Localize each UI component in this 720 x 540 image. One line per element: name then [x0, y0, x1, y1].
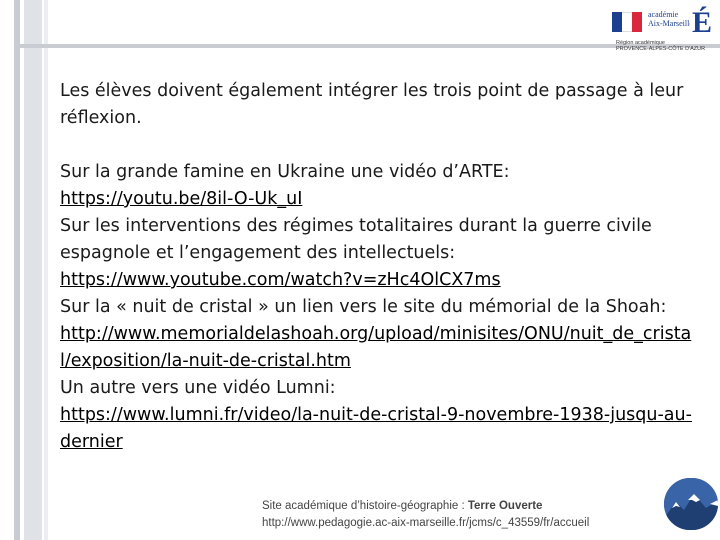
academie-name: académie Aix-Marseille — [648, 10, 693, 28]
memorial-link[interactable]: http://www.memorialdelashoah.org/upload/… — [60, 324, 691, 371]
item-text: Un autre vers une vidéo Lumni: — [60, 378, 336, 398]
region-academique: Région académique PROVENCE-ALPES-CÔTE D'… — [616, 40, 716, 52]
decorative-bar — [14, 0, 20, 540]
marianne-flag-icon — [612, 12, 642, 32]
footer-site-prefix: Site académique d’histoire-géographie : — [262, 500, 468, 512]
footer-site-line: Site académique d’histoire-géographie : … — [262, 498, 702, 515]
e-logo-icon: É — [690, 6, 714, 40]
decorative-bar — [44, 0, 48, 540]
region-line2: PROVENCE-ALPES-CÔTE D'AZUR — [616, 46, 706, 52]
item-text: Sur les interventions des régimes totali… — [60, 216, 652, 263]
decorative-bar — [24, 0, 42, 540]
main-content: Les élèves doivent également intégrer le… — [60, 78, 700, 456]
item-text: Sur la grande famine en Ukraine une vidé… — [60, 162, 510, 182]
item-text: Sur la « nuit de cristal » un lien vers … — [60, 297, 667, 317]
footer: Site académique d’histoire-géographie : … — [262, 498, 702, 532]
footer-url: http://www.pedagogie.ac-aix-marseille.fr… — [262, 517, 590, 529]
slide: académie Aix-Marseille É Région académiq… — [0, 0, 720, 540]
footer-site-name: Terre Ouverte — [467, 500, 543, 512]
video-link[interactable]: https://youtu.be/8il-O-Uk_uI — [60, 189, 302, 209]
academie-logo: académie Aix-Marseille É Région académiq… — [612, 4, 716, 52]
academie-line2: Aix-Marseille — [648, 19, 693, 28]
video-link[interactable]: https://www.youtube.com/watch?v=zHc4OlCX… — [60, 270, 501, 290]
lumni-link[interactable]: https://www.lumni.fr/video/la-nuit-de-cr… — [60, 405, 692, 452]
intro-paragraph: Les élèves doivent également intégrer le… — [60, 81, 684, 128]
terre-ouverte-logo-icon — [664, 478, 718, 530]
academie-line1: académie — [648, 10, 679, 19]
